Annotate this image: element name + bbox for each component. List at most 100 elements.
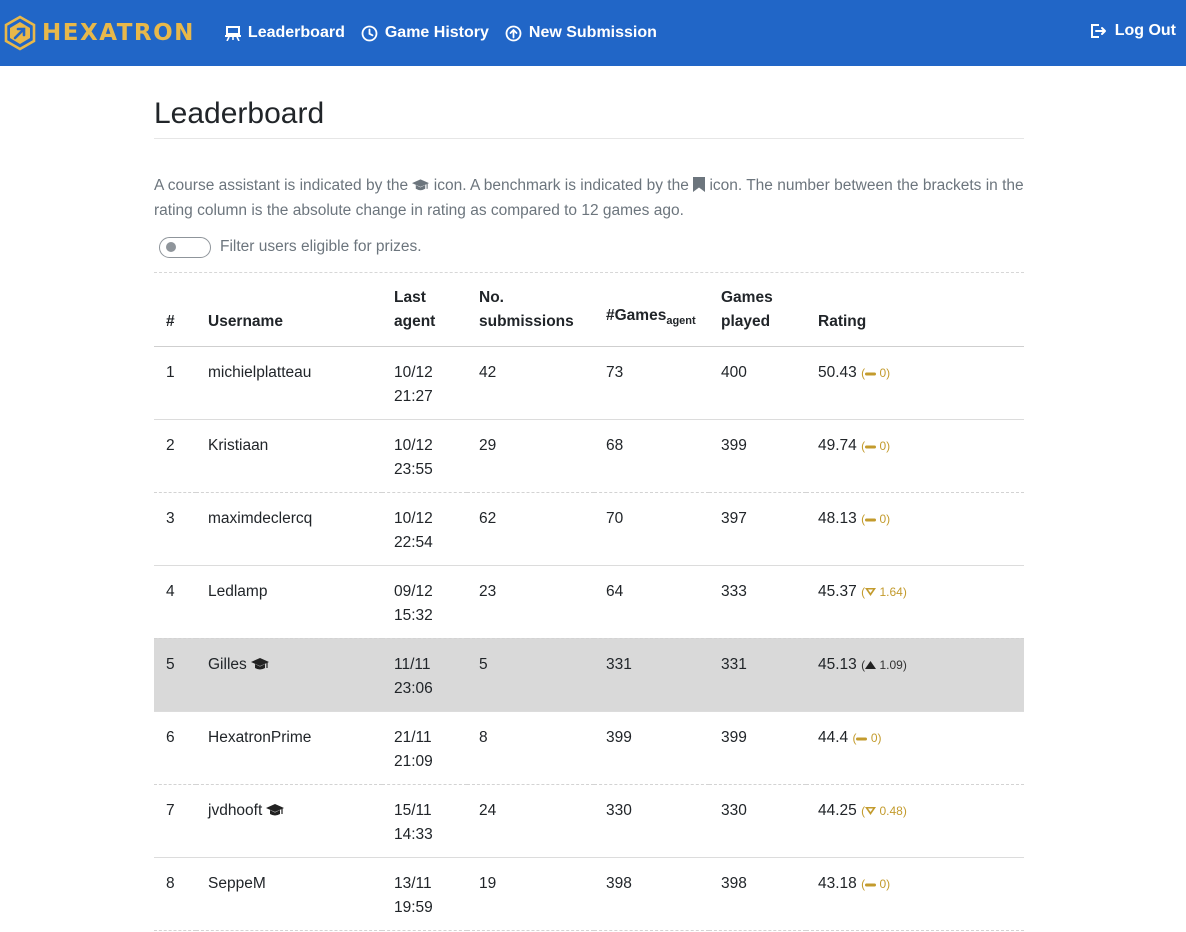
- cell-submissions: 8: [467, 711, 594, 785]
- table-row[interactable]: 7 jvdhooft 15/11 14:33 24 330 330 44.25 ( 0.48): [154, 784, 1024, 858]
- brand-logo-link[interactable]: HEXATRON: [2, 15, 195, 51]
- cell-rank: 2: [154, 419, 196, 493]
- table-body: 1 michielplatteau 10/12 21:27 42 73 400 50.43 (…: [154, 346, 1024, 931]
- rating-change-value: 0.48: [879, 803, 903, 818]
- header-submissions[interactable]: No. submissions: [467, 273, 594, 347]
- triangle-up-icon: [865, 660, 877, 669]
- nav-item-label: New Submission: [528, 24, 657, 41]
- cell-rank: 8: [154, 857, 196, 931]
- table-row[interactable]: 5 Gilles 11/11 23:06 5 331 331 45.13 ( 1.09): [154, 638, 1024, 712]
- cell-games-agent: 70: [594, 492, 709, 566]
- rating-value: 45.13: [818, 655, 857, 673]
- table-row[interactable]: 4 Ledlamp 09/12 15:32 23 64 333 45.37 ( 1.64): [154, 565, 1024, 639]
- cell-submissions: 19: [467, 857, 594, 931]
- agent-time: 19:59: [394, 898, 433, 916]
- header-text: Last: [394, 288, 426, 306]
- rating-change: ( 0): [861, 876, 891, 891]
- cell-rating: 43.18 ( 0): [806, 857, 1024, 931]
- table-row[interactable]: 3 maximdeclercq 10/12 22:54 62 70 397 48.13 ( 0…: [154, 492, 1024, 566]
- agent-time: 23:06: [394, 679, 433, 697]
- toggle-knob: [166, 241, 176, 252]
- prize-filter-toggle[interactable]: [159, 236, 211, 258]
- cell-games-played: 399: [709, 711, 806, 785]
- logout-label: Log Out: [1114, 22, 1176, 39]
- header-subscript: agent: [666, 315, 696, 328]
- username-text[interactable]: michielplatteau: [208, 364, 311, 381]
- cell-rating: 45.13 ( 1.09): [806, 638, 1024, 712]
- logout-button[interactable]: Log Out: [1090, 22, 1176, 40]
- nav-item-label: Leaderboard: [247, 24, 345, 41]
- bookmark-icon: [693, 177, 706, 192]
- agent-time: 14:33: [394, 825, 433, 843]
- agent-date: 10/12: [394, 509, 433, 527]
- nav-item-leaderboard[interactable]: Leaderboard: [224, 24, 345, 42]
- cell-rank: 5: [154, 638, 196, 712]
- cell-submissions: 23: [467, 565, 594, 639]
- rating-value: 49.74: [818, 436, 857, 454]
- username-text[interactable]: maximdeclercq: [208, 510, 312, 527]
- prize-filter-row: Filter users eligible for prizes.: [154, 235, 1024, 259]
- cell-submissions: 29: [467, 419, 594, 493]
- username-text[interactable]: Gilles: [208, 656, 247, 673]
- agent-date: 13/11: [394, 874, 432, 892]
- cell-last-agent: 21/11 21:09: [382, 711, 467, 785]
- triangle-down-icon: [865, 806, 877, 815]
- nav-item-new-submission[interactable]: New Submission: [505, 24, 657, 42]
- header-last-agent[interactable]: Last agent: [382, 273, 467, 347]
- header-rating[interactable]: Rating: [806, 273, 1024, 347]
- rating-value: 43.18: [818, 874, 857, 892]
- username-text[interactable]: HexatronPrime: [208, 729, 311, 746]
- table-row[interactable]: 2 Kristiaan 10/12 23:55 29 68 399 49.74 ( 0): [154, 419, 1024, 493]
- page-title: Leaderboard: [154, 97, 325, 130]
- graduation-cap-icon: [412, 179, 430, 191]
- cell-last-agent: 13/11 19:59: [382, 857, 467, 931]
- desc-text-1: A course assistant is indicated by the: [154, 177, 413, 194]
- desc-text-2: icon. A benchmark is indicated by the: [429, 177, 694, 194]
- cell-games-agent: 73: [594, 346, 709, 420]
- cell-submissions: 24: [467, 784, 594, 858]
- dash-flat-icon: [865, 445, 877, 448]
- easel-icon: [224, 26, 241, 41]
- cell-games-played: 330: [709, 784, 806, 858]
- table-row[interactable]: 1 michielplatteau 10/12 21:27 42 73 400 50.43 (…: [154, 346, 1024, 420]
- header-games-played[interactable]: Games played: [709, 273, 806, 347]
- rating-change: ( 1.09): [861, 657, 907, 672]
- title-divider: [154, 138, 1024, 139]
- rating-change: ( 0): [861, 511, 891, 526]
- cell-games-played: 399: [709, 419, 806, 493]
- cell-rating: 50.43 ( 0): [806, 346, 1024, 420]
- cell-username: Ledlamp: [196, 565, 382, 639]
- cell-games-agent: 330: [594, 784, 709, 858]
- cell-games-played: 398: [709, 857, 806, 931]
- rating-change: ( 0): [861, 438, 891, 453]
- username-text[interactable]: Ledlamp: [208, 583, 267, 600]
- cell-rank: 1: [154, 346, 196, 420]
- header-games-agent[interactable]: #Gamesagent: [594, 273, 709, 347]
- cell-username: SeppeM: [196, 857, 382, 931]
- username-text[interactable]: jvdhooft: [208, 802, 262, 819]
- rating-change-value: 0: [879, 876, 887, 891]
- rating-change-value: 0: [879, 438, 887, 453]
- rating-value: 44.25: [818, 801, 857, 819]
- nav-item-game-history[interactable]: Game History: [361, 24, 489, 42]
- header-rank[interactable]: #: [154, 273, 196, 347]
- prize-filter-label[interactable]: Filter users eligible for prizes.: [220, 238, 422, 256]
- dash-flat-icon: [865, 883, 877, 886]
- rating-change-value: 1.09: [879, 657, 903, 672]
- header-username[interactable]: Username: [196, 273, 382, 347]
- cell-games-played: 331: [709, 638, 806, 712]
- rating-change: ( 0): [852, 730, 882, 745]
- username-text[interactable]: Kristiaan: [208, 437, 268, 454]
- nav-menu: Leaderboard Game History New Submission: [224, 24, 673, 42]
- rating-change: ( 1.64): [861, 584, 907, 599]
- table-row[interactable]: 8 SeppeM 13/11 19:59 19 398 398 43.18 ( 0): [154, 857, 1024, 931]
- rating-change-value: 0: [870, 730, 878, 745]
- hexatron-logo-icon: [4, 15, 36, 51]
- rating-change-value: 1.64: [879, 584, 903, 599]
- agent-date: 11/11: [394, 655, 431, 673]
- username-text[interactable]: SeppeM: [208, 875, 266, 892]
- cell-games-agent: 331: [594, 638, 709, 712]
- header-text: Games: [721, 288, 773, 306]
- triangle-down-icon: [865, 587, 877, 596]
- table-row[interactable]: 6 HexatronPrime 21/11 21:09 8 399 399 44.4 ( 0): [154, 711, 1024, 785]
